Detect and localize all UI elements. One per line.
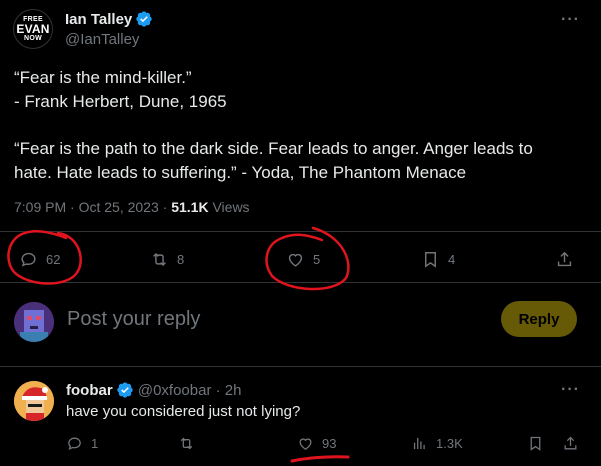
current-user-avatar[interactable] (14, 302, 54, 342)
analytics-icon (413, 437, 425, 450)
reply-reply-button[interactable]: 1 (66, 435, 98, 452)
verified-badge-icon (136, 11, 152, 27)
reply-retweet-button[interactable] (178, 435, 203, 452)
reply-text: have you considered just not lying? (66, 403, 301, 420)
divider (0, 366, 601, 367)
tweet-time[interactable]: 7:09 PM (14, 199, 66, 215)
share-icon (564, 436, 577, 450)
reply-author-handle[interactable]: @0xfoobar (138, 382, 212, 399)
tweet-date[interactable]: Oct 25, 2023 (79, 199, 159, 215)
like-button[interactable]: 5 (286, 250, 320, 269)
share-button[interactable] (555, 250, 574, 269)
tweet-text-line: hate. Hate leads to suffering.” - Yoda, … (14, 163, 467, 182)
reply-header: foobar @0xfoobar · 2h (66, 381, 241, 399)
reply-separator: · (215, 382, 221, 399)
reply-views-button[interactable]: 1.3K (411, 435, 463, 452)
reply-author-avatar[interactable] (14, 381, 54, 421)
divider (0, 231, 601, 232)
reply-more-options-icon[interactable]: ··· (561, 381, 580, 399)
reply-icon (21, 252, 36, 267)
reply-icon (68, 437, 81, 450)
reply-views-count: 1.3K (436, 436, 463, 451)
author-name[interactable]: Ian Talley (65, 11, 132, 28)
reply-age[interactable]: 2h (225, 382, 242, 399)
verified-badge-icon (116, 382, 133, 398)
bookmark-icon (530, 436, 541, 451)
reply-like-count: 93 (322, 436, 337, 451)
reply-bookmark-button[interactable] (527, 435, 544, 452)
pixel-art-avatar-icon (14, 302, 54, 342)
retweet-button[interactable]: 8 (150, 250, 184, 269)
bookmark-icon (425, 252, 436, 268)
like-count: 5 (313, 252, 321, 267)
annotation-underline-likes (290, 455, 350, 463)
tweet-text-line: - Frank Herbert, Dune, 1965 (14, 92, 227, 111)
avatar-text-line2: EVAN (16, 22, 50, 36)
reply-submit-button[interactable]: Reply (501, 301, 577, 337)
views-label: Views (212, 199, 250, 215)
author-handle[interactable]: @IanTalley (65, 31, 139, 48)
reply-button[interactable]: 62 (19, 250, 60, 269)
avatar-text-line3: NOW (23, 35, 42, 42)
retweet-icon (153, 252, 166, 267)
heart-icon (299, 438, 312, 450)
heart-icon (288, 253, 303, 267)
retweet-icon (180, 437, 193, 450)
reply-share-button[interactable] (562, 435, 579, 452)
author-name-row[interactable]: Ian Talley (65, 10, 153, 28)
reply-like-button[interactable]: 93 (297, 435, 336, 452)
reply-count: 62 (46, 252, 61, 267)
reply-reply-count: 1 (91, 436, 99, 451)
reply-input[interactable]: Post your reply (67, 308, 200, 331)
tweet-text-line: “Fear is the path to the dark side. Fear… (14, 139, 533, 158)
views-count: 51.1K (171, 199, 209, 215)
share-icon (557, 251, 572, 267)
tweet-text-line: “Fear is the mind-killer.” (14, 68, 192, 87)
tweet-detail-view: FREE EVAN NOW Ian Talley @IanTalley ··· … (0, 0, 601, 466)
bookmark-button[interactable]: 4 (421, 250, 455, 269)
more-options-icon[interactable]: ··· (561, 11, 580, 29)
divider (0, 282, 601, 283)
meta-separator: · (162, 199, 172, 215)
author-avatar[interactable]: FREE EVAN NOW (13, 9, 53, 49)
reply-author-name[interactable]: foobar (66, 382, 113, 399)
meta-separator: · (70, 199, 79, 215)
bookmark-count: 4 (448, 252, 456, 267)
retweet-count: 8 (177, 252, 185, 267)
tweet-metadata: 7:09 PM · Oct 25, 2023 · 51.1K Views (14, 199, 250, 215)
santa-avatar-icon (14, 381, 54, 421)
